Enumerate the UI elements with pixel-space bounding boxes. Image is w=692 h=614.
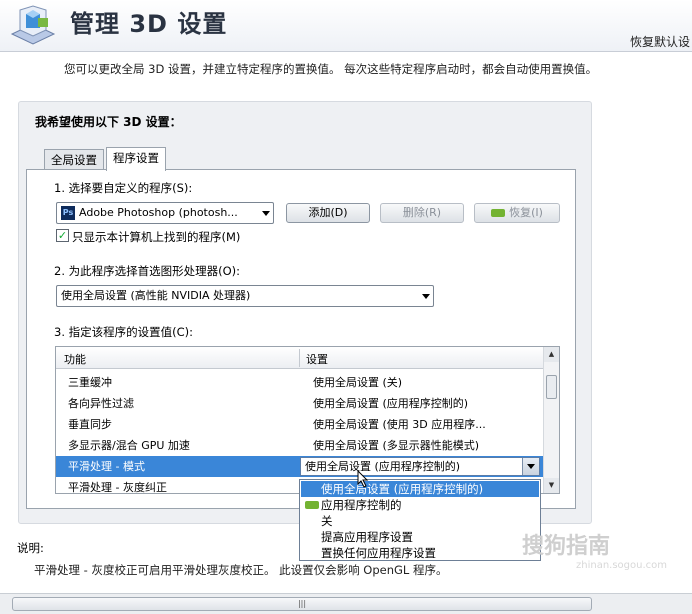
step1-label: 1. 选择要自定义的程序(S):	[54, 181, 193, 195]
remove-program-button[interactable]: 删除(R)	[380, 203, 464, 223]
setting-dropdown-list: 使用全局设置 (应用程序控制的) 应用程序控制的 关 提高应用程序设置 置换任何…	[299, 479, 541, 561]
table-row[interactable]: 垂直同步 使用全局设置 (使用 3D 应用程序...	[56, 414, 544, 435]
3d-settings-icon	[10, 5, 56, 45]
scroll-thumb[interactable]: |||	[12, 597, 592, 611]
help-text: 平滑处理 - 灰度校正可启用平滑处理灰度校正。 此设置仅会影响 OpenGL 程…	[34, 563, 448, 577]
restore-program-label: 恢复(I)	[509, 206, 543, 219]
dropdown-option[interactable]: 提高应用程序设置	[301, 529, 539, 545]
restore-program-button[interactable]: 恢复(I)	[474, 203, 560, 223]
column-header-feature[interactable]: 功能	[64, 351, 86, 367]
grid-header: 功能 设置	[56, 347, 544, 369]
table-row[interactable]: 三重缓冲 使用全局设置 (关)	[56, 372, 544, 393]
column-divider[interactable]	[299, 349, 300, 367]
dropdown-option[interactable]: 使用全局设置 (应用程序控制的)	[301, 481, 539, 497]
dropdown-arrow-icon[interactable]	[522, 458, 539, 475]
show-local-programs-checkbox[interactable]: ✓	[56, 229, 69, 242]
nvidia-icon	[305, 501, 319, 509]
photoshop-icon: Ps	[61, 206, 75, 220]
show-local-programs-label: 只显示本计算机上找到的程序(M)	[72, 230, 241, 244]
grid-vertical-scrollbar[interactable]: ▲ ▼	[543, 347, 559, 493]
watermark: 搜狗指南	[522, 534, 611, 559]
help-title: 说明:	[17, 541, 44, 555]
scroll-thumb[interactable]	[546, 375, 557, 399]
program-select-value: Adobe Photoshop (photosh...	[79, 206, 238, 219]
dropdown-option[interactable]: 关	[301, 513, 539, 529]
page-header: 管理 3D 设置 恢复默认设	[0, 0, 692, 52]
scroll-down-icon[interactable]: ▼	[544, 478, 559, 493]
tab-program-settings[interactable]: 程序设置	[106, 147, 166, 171]
chevron-down-icon	[422, 294, 430, 299]
table-row-selected[interactable]: 平滑处理 - 模式 使用全局设置 (应用程序控制的)	[56, 456, 544, 477]
restore-defaults-link[interactable]: 恢复默认设	[630, 33, 690, 50]
chevron-down-icon	[262, 211, 270, 216]
graphics-processor-value: 使用全局设置 (高性能 NVIDIA 处理器)	[61, 289, 251, 302]
setting-cell-select[interactable]: 使用全局设置 (应用程序控制的)	[300, 457, 540, 476]
group-title: 我希望使用以下 3D 设置：	[35, 115, 182, 129]
step3-label: 3. 指定该程序的设置值(C):	[54, 325, 194, 339]
program-select[interactable]: Ps Adobe Photoshop (photosh...	[56, 202, 274, 224]
step2-label: 2. 为此程序选择首选图形处理器(O):	[54, 264, 241, 278]
graphics-processor-select[interactable]: 使用全局设置 (高性能 NVIDIA 处理器)	[56, 285, 434, 307]
tab-global-settings[interactable]: 全局设置	[44, 149, 104, 171]
column-header-setting[interactable]: 设置	[306, 351, 328, 367]
page-horizontal-scrollbar[interactable]: |||	[0, 593, 692, 614]
dropdown-option[interactable]: 应用程序控制的	[301, 497, 539, 513]
table-row[interactable]: 各向异性过滤 使用全局设置 (应用程序控制的)	[56, 393, 544, 414]
settings-grid: 功能 设置 三重缓冲 使用全局设置 (关) 各向异性过滤 使用全局设置 (应用程…	[55, 346, 560, 494]
mouse-cursor-icon	[357, 470, 369, 488]
dropdown-option[interactable]: 置换任何应用程序设置	[301, 545, 539, 561]
add-program-button[interactable]: 添加(D)	[286, 203, 370, 223]
table-row[interactable]: 多显示器/混合 GPU 加速 使用全局设置 (多显示器性能模式)	[56, 435, 544, 456]
page-title: 管理 3D 设置	[70, 10, 228, 38]
nvidia-icon	[491, 209, 506, 217]
scroll-up-icon[interactable]: ▲	[544, 347, 559, 362]
watermark-url: zhinan.sogou.com	[576, 560, 668, 571]
page-description: 您可以更改全局 3D 设置，并建立特定程序的置换值。 每次这些特定程序启动时，都…	[64, 62, 598, 76]
